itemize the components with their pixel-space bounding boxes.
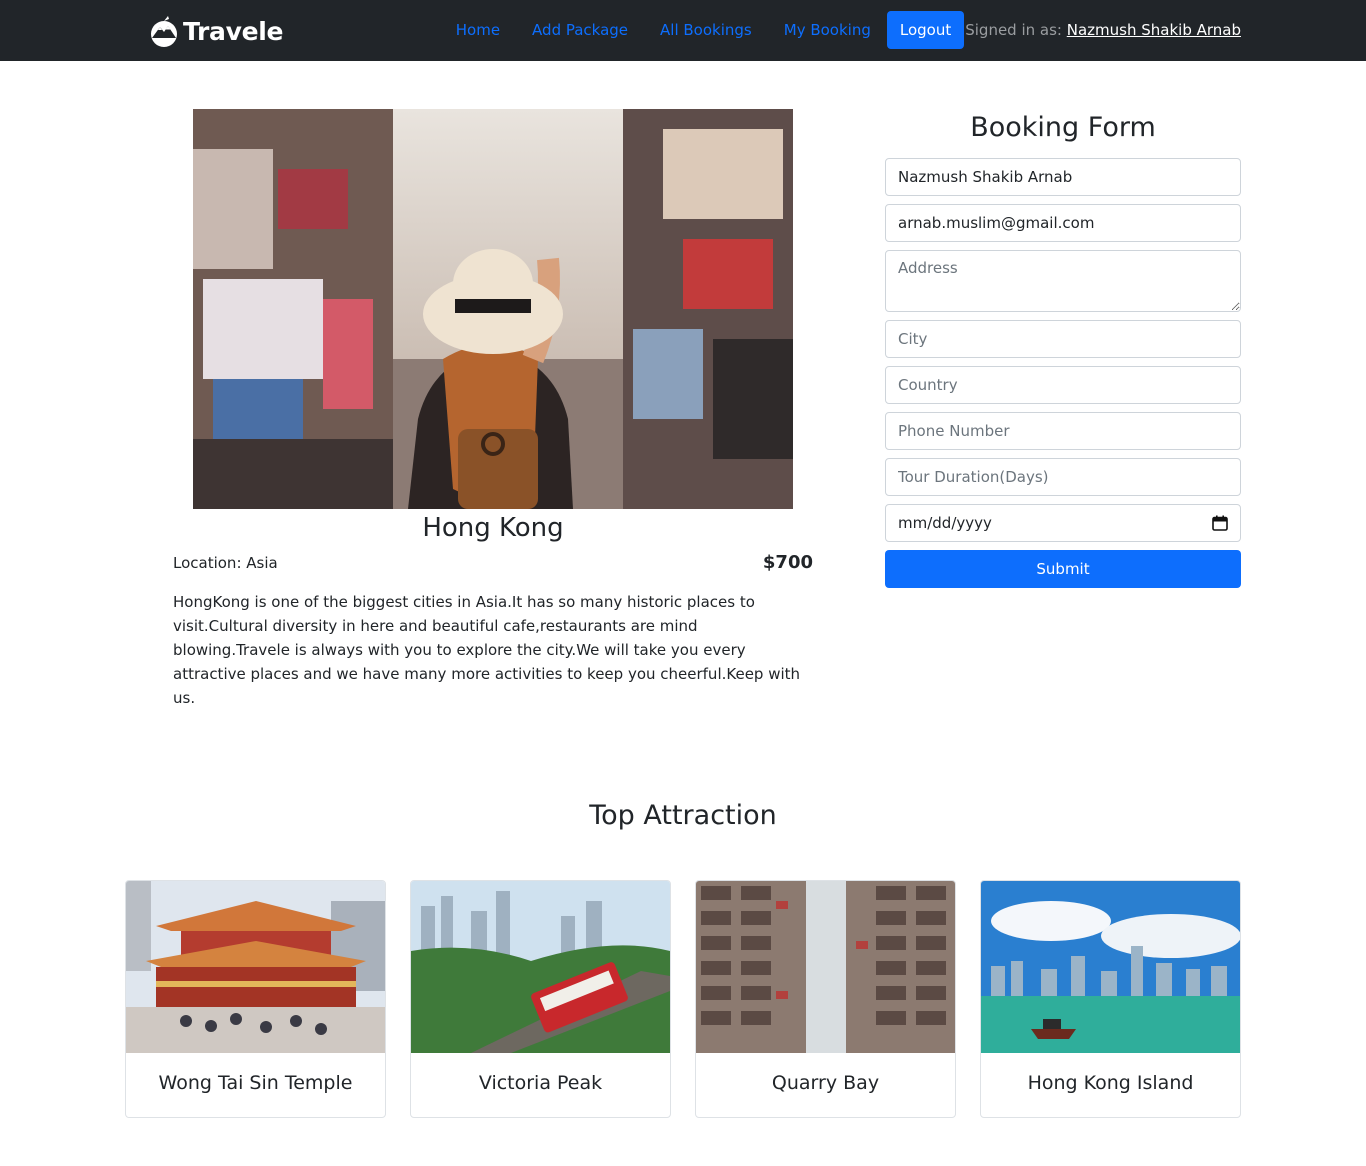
nav-add-package[interactable]: Add Package [516, 11, 644, 49]
booking-form-title: Booking Form [970, 112, 1156, 143]
traveler-street-photo-icon [193, 109, 793, 509]
phone-field[interactable] [885, 412, 1241, 450]
calendar-icon[interactable] [1212, 515, 1228, 531]
date-placeholder: mm/dd/yyyy [898, 514, 992, 532]
package-location: Location: Asia [173, 554, 278, 572]
signed-in-prefix: Signed in as: [965, 21, 1067, 39]
nav-my-booking[interactable]: My Booking [768, 11, 887, 49]
attraction-name: Quarry Bay [771, 1072, 880, 1094]
attraction-card-victoria-peak[interactable]: Victoria Peak [410, 880, 671, 1118]
mountain-logo-icon [151, 16, 177, 47]
nav-links: Home Add Package All Bookings My Booking… [440, 11, 1241, 49]
country-field[interactable] [885, 366, 1241, 404]
top-navbar: Travele Home Add Package All Bookings My… [0, 0, 1366, 61]
date-field[interactable]: mm/dd/yyyy [885, 504, 1241, 542]
attraction-card-hong-kong-island[interactable]: Hong Kong Island [980, 880, 1241, 1118]
name-field[interactable] [885, 158, 1241, 196]
address-field[interactable] [885, 250, 1241, 312]
tour-duration-field[interactable] [885, 458, 1241, 496]
top-attraction-title: Top Attraction [589, 800, 777, 831]
brand-name: Travele [183, 16, 284, 46]
submit-button[interactable]: Submit [885, 550, 1241, 588]
city-field[interactable] [885, 320, 1241, 358]
attraction-name: Hong Kong Island [1027, 1072, 1194, 1094]
package-title: Hong Kong [422, 513, 564, 543]
apartment-blocks-photo-icon [696, 881, 955, 1053]
logout-button[interactable]: Logout [886, 11, 965, 49]
package-price: $700 [762, 552, 813, 573]
nav-all-bookings[interactable]: All Bookings [644, 11, 768, 49]
package-image [193, 109, 793, 509]
attraction-card-quarry-bay[interactable]: Quarry Bay [695, 880, 956, 1118]
attraction-card-wong-tai-sin[interactable]: Wong Tai Sin Temple [125, 880, 386, 1118]
user-name-link[interactable]: Nazmush Shakib Arnab [1067, 21, 1241, 39]
attraction-name: Wong Tai Sin Temple [158, 1072, 353, 1094]
nav-home[interactable]: Home [440, 11, 516, 49]
attraction-name: Victoria Peak [478, 1072, 603, 1094]
brand[interactable]: Travele [149, 14, 283, 48]
email-field[interactable] [885, 204, 1241, 242]
signed-in-status: Signed in as: Nazmush Shakib Arnab [965, 21, 1241, 39]
package-description: HongKong is one of the biggest cities in… [173, 593, 801, 707]
harbour-skyline-photo-icon [981, 881, 1240, 1053]
peak-tram-photo-icon [411, 881, 670, 1053]
temple-photo-icon [126, 881, 385, 1053]
